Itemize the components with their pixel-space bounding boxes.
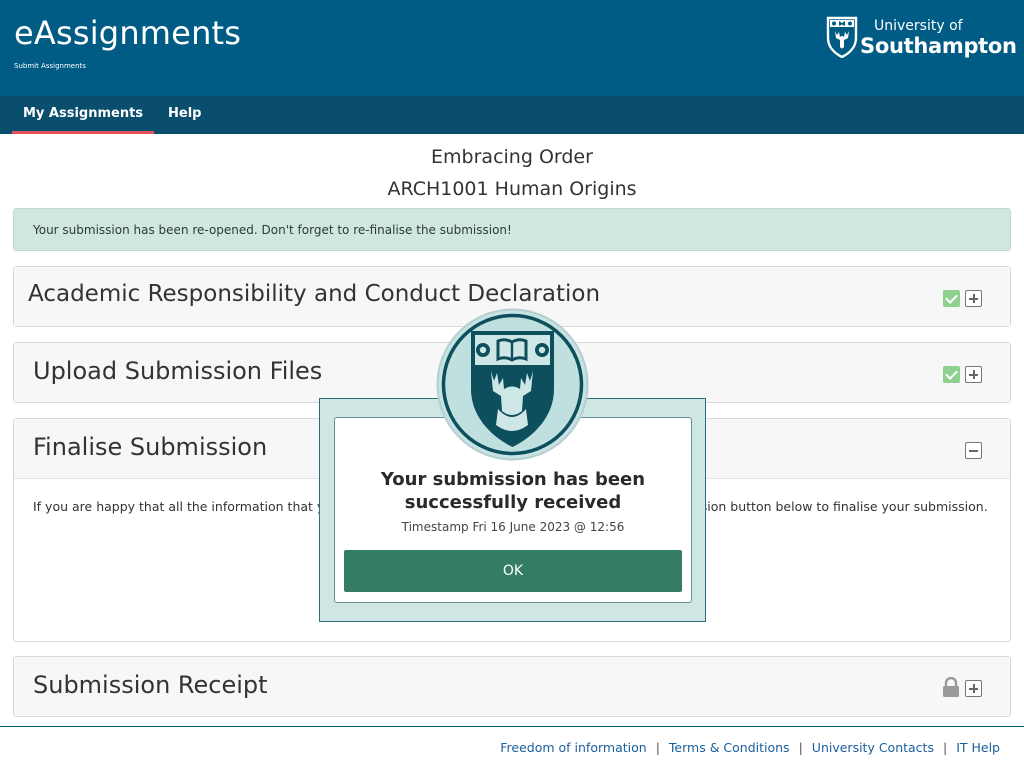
footer-link-foi[interactable]: Freedom of information bbox=[500, 740, 646, 755]
plus-box-icon[interactable] bbox=[965, 290, 982, 307]
submission-timestamp: Timestamp Fri 16 June 2023 @ 12:56 bbox=[401, 520, 625, 534]
success-modal-title: Your submission has been successfully re… bbox=[380, 469, 646, 513]
app-title[interactable]: eAssignments bbox=[14, 14, 241, 52]
app-subtitle: Submit Assignments bbox=[14, 62, 86, 70]
main-nav: My Assignments Help bbox=[0, 96, 1024, 134]
footer-link-terms[interactable]: Terms & Conditions bbox=[669, 740, 790, 755]
minus-box-icon[interactable] bbox=[965, 442, 982, 459]
plus-box-icon[interactable] bbox=[965, 366, 982, 383]
logo-text-university-of: University of bbox=[874, 18, 963, 34]
lock-icon bbox=[943, 677, 959, 697]
footer-separator: | bbox=[798, 740, 803, 755]
ok-button[interactable]: OK bbox=[344, 550, 682, 592]
assignment-title: Embracing Order bbox=[431, 146, 593, 168]
stag-crest-icon bbox=[436, 308, 589, 461]
panel-receipt: Submission Receipt bbox=[13, 656, 1011, 717]
university-shield-icon bbox=[826, 16, 858, 58]
panel-receipt-header[interactable]: Submission Receipt bbox=[14, 657, 1010, 716]
check-icon bbox=[943, 290, 960, 307]
footer-link-it-help[interactable]: IT Help bbox=[956, 740, 1000, 755]
check-icon bbox=[943, 366, 960, 383]
panel-declaration-title: Academic Responsibility and Conduct Decl… bbox=[28, 281, 601, 307]
reopen-alert: Your submission has been re-opened. Don'… bbox=[13, 208, 1011, 251]
panel-receipt-title: Submission Receipt bbox=[33, 671, 268, 699]
footer-separator: | bbox=[655, 740, 660, 755]
footer-divider bbox=[0, 726, 1024, 727]
footer-links: Freedom of information | Terms & Condition… bbox=[500, 740, 1000, 755]
panel-upload-title: Upload Submission Files bbox=[33, 357, 323, 385]
footer-separator: | bbox=[942, 740, 948, 755]
header: eAssignments Submit Assignments Universi… bbox=[0, 0, 1024, 96]
panel-finalise-title: Finalise Submission bbox=[33, 433, 268, 461]
nav-help[interactable]: Help bbox=[168, 96, 201, 134]
plus-box-icon[interactable] bbox=[965, 680, 982, 697]
logo-text-southampton: Southampton bbox=[860, 34, 1017, 58]
module-title: ARCH1001 Human Origins bbox=[387, 178, 637, 200]
footer-link-contacts[interactable]: University Contacts bbox=[812, 740, 934, 755]
university-logo[interactable]: University of Southampton bbox=[826, 16, 1017, 60]
nav-my-assignments[interactable]: My Assignments bbox=[12, 96, 154, 134]
